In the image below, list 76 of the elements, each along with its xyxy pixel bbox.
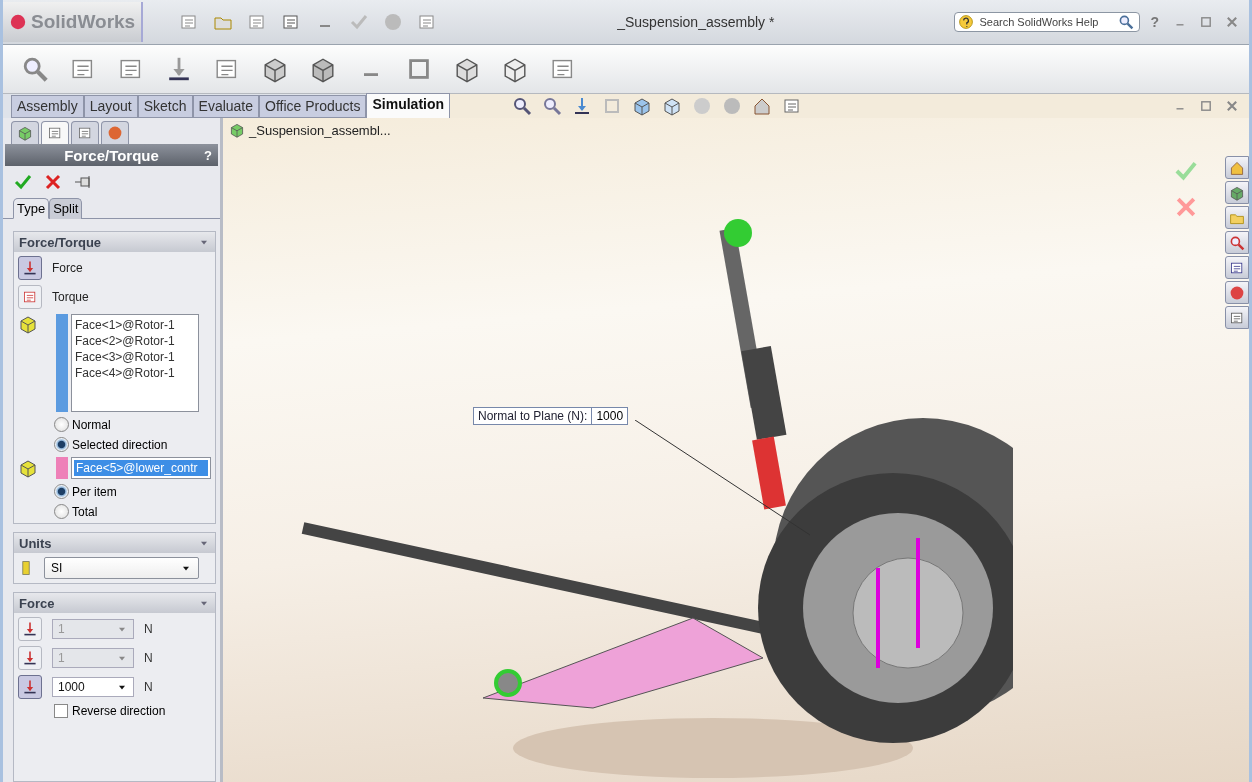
task-pane-button[interactable] [1225,281,1249,304]
command-tab[interactable]: Sketch [137,95,193,118]
group-title: Force [19,595,55,611]
task-pane-button[interactable] [1225,181,1249,204]
group-title: Force/Torque [19,234,102,250]
sub-tab[interactable]: Type [13,198,50,219]
manager-tab[interactable] [101,121,129,144]
unit-label: N [144,622,153,636]
direction-axis-button[interactable] [18,617,42,641]
display-style-icon[interactable] [662,96,683,116]
magnifier-icon[interactable] [21,55,49,83]
help-icon [958,14,975,30]
option-label: Force [52,261,83,275]
search-icon [1118,14,1135,30]
logo-icon [9,13,27,31]
radio-button[interactable]: Per item [54,484,215,499]
restore-icon[interactable] [1199,99,1213,113]
task-pane-button[interactable] [1225,256,1249,279]
manager-tab[interactable] [11,121,39,144]
task-pane-button[interactable] [1225,206,1249,229]
force-value-field[interactable]: 1000 [52,677,134,697]
list-item[interactable]: Face<2>@Rotor-1 [75,333,195,349]
plane-arrow-icon [22,650,38,666]
sub-tab[interactable]: Split [49,198,83,219]
graphics-viewport[interactable]: _Suspension_assembl... Normal to Plane (N): 1000 [223,118,1249,782]
ok-icon[interactable] [13,172,33,192]
manager-tab[interactable] [71,121,99,144]
selection-color-bar [56,457,68,479]
unit-label: N [144,680,153,694]
close-icon[interactable] [1225,15,1239,29]
torque-option-button[interactable] [18,285,42,309]
feature-tree-icon [17,125,33,141]
zoom-fit-icon[interactable] [512,96,533,116]
task-pane-button[interactable] [1225,231,1249,254]
assembly-icon [229,122,245,138]
view-orientation-icon[interactable] [632,96,653,116]
direction-axis-button[interactable] [18,646,42,670]
list-item[interactable]: Face<1>@Rotor-1 [75,317,195,333]
list-item[interactable]: Face<4>@Rotor-1 [75,365,195,381]
help-button[interactable]: ? [204,147,212,163]
list-item[interactable]: Face<3>@Rotor-1 [75,349,195,365]
task-pane-button[interactable] [1225,156,1249,179]
radio-button[interactable]: Normal [54,417,215,432]
search-icon [1229,234,1245,251]
radio-button[interactable]: Total [54,504,215,519]
command-tab[interactable]: Evaluate [192,95,260,118]
house-icon [1229,159,1245,176]
manager-tab[interactable] [41,121,69,144]
unit-label: N [144,651,153,665]
command-tab[interactable]: Layout [83,95,138,118]
tree-root-item[interactable]: _Suspension_assembl... [249,122,391,138]
face-cube-icon [18,458,38,478]
reverse-direction-checkbox[interactable]: Reverse direction [54,704,215,718]
direction-axis-button[interactable] [18,675,42,699]
units-dropdown[interactable]: SI [44,557,199,579]
force-callout[interactable]: Normal to Plane (N): 1000 [473,407,629,425]
plane-arrow-icon [22,679,38,695]
help-search-field[interactable]: Search SolidWorks Help [954,12,1141,32]
cancel-icon[interactable] [43,172,63,192]
window-title: _Suspension_assembly * [616,14,776,30]
command-tab[interactable]: Assembly [11,95,84,118]
maximize-icon[interactable] [1199,15,1213,29]
group-title: Units [19,535,52,551]
property-manager-title: Force/Torque ? [5,144,218,166]
plane-arrow-icon [22,621,38,637]
force-arrow-icon [22,260,38,276]
zoom-area-icon[interactable] [542,96,563,116]
close-icon[interactable] [1225,99,1239,113]
option-label: Torque [52,290,89,304]
command-tab[interactable]: Office Products [259,95,367,118]
task-pane-button[interactable] [1225,306,1249,329]
force-option-button[interactable] [18,256,42,280]
radio-button[interactable]: Selected direction [54,437,215,452]
command-tab[interactable]: Simulation [366,93,451,118]
faces-list[interactable]: Face<1>@Rotor-1 Face<2>@Rotor-1 Face<3>@Rotor-1 Face<4>@Rotor-1 [71,314,199,412]
face-cube-icon [18,314,38,334]
